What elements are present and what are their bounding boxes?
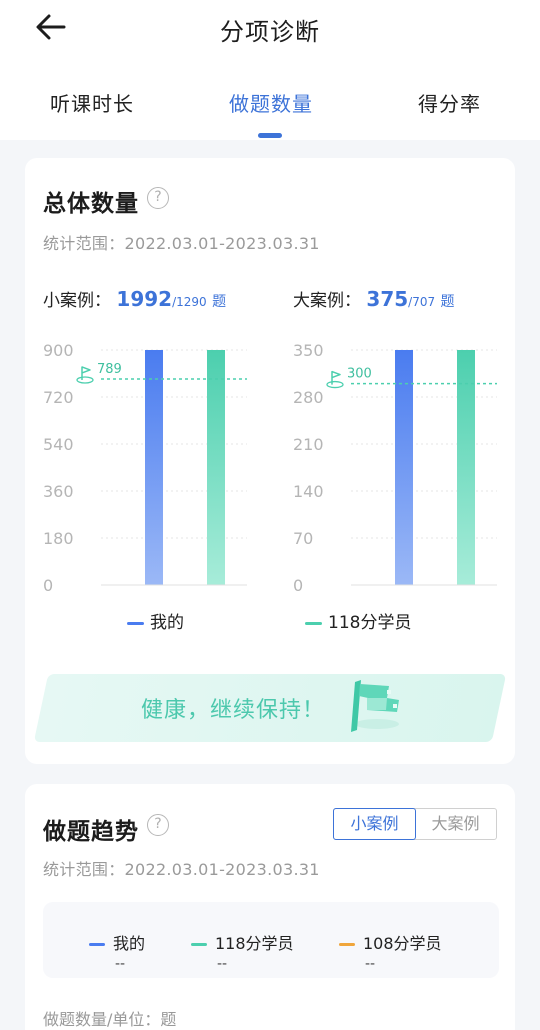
legend-mine-swatch: [127, 621, 144, 625]
reference-flag-icon: [76, 366, 94, 384]
reference-label: 789: [97, 362, 122, 377]
swatch: [339, 943, 355, 946]
large-case-label: 大案例：: [293, 291, 361, 311]
y-tick-label: 900: [43, 343, 74, 360]
legend-value: --: [365, 956, 376, 972]
flag-pole: [331, 370, 341, 385]
trend-legend-108: 108分学员: [339, 930, 442, 954]
y-tick-label: 180: [43, 529, 74, 548]
legend-peer: 118分学员: [305, 608, 411, 633]
reference-label: 300: [347, 367, 372, 382]
trend-legend: 我的 -- 118分学员 -- 108分学员 --: [43, 902, 499, 978]
legend-peer-label: 118分学员: [328, 613, 412, 633]
small-case-label: 小案例：: [43, 291, 111, 311]
bar-peer: [457, 350, 475, 585]
page-header: 分项诊断 听课时长 做题数量 得分率: [0, 0, 540, 140]
trend-range: 统计范围：2022.03.01-2023.03.31: [43, 860, 320, 879]
tab-bar: 听课时长 做题数量 得分率: [0, 88, 540, 122]
legend-label: 118分学员: [215, 934, 294, 953]
y-tick-label: 0: [293, 576, 303, 593]
small-case-value: 1992: [116, 287, 173, 311]
large-case-summary: 大案例： 375/707 题: [293, 286, 455, 311]
legend-mine: 我的: [127, 608, 184, 633]
reference-flag-icon: [326, 370, 344, 389]
y-tick-label: 360: [43, 482, 74, 501]
legend-label: 108分学员: [363, 934, 442, 953]
tab-score-rate[interactable]: 得分率: [418, 88, 481, 117]
overview-title: 总体数量: [43, 191, 139, 217]
trend-unit-label: 做题数量/单位：题: [43, 1010, 177, 1029]
flag-base: [326, 380, 344, 389]
flag-pole: [81, 366, 91, 380]
trend-legend-mine: 我的: [89, 930, 145, 954]
legend-value: --: [217, 956, 228, 972]
legend-label: 我的: [113, 934, 146, 953]
tab-listening-duration[interactable]: 听课时长: [50, 88, 134, 117]
bar-peer: [207, 350, 225, 585]
y-tick-label: 70: [293, 529, 313, 548]
y-tick-label: 280: [293, 388, 324, 407]
banner-text: 健康，继续保持！: [141, 698, 326, 723]
trend-title: 做题趋势: [43, 819, 139, 845]
large-case-total: /707: [408, 295, 436, 309]
bar-chart-svg: 0 180 360 540 720 900 789: [43, 343, 247, 593]
legend-mine-label: 我的: [150, 613, 184, 633]
swatch: [191, 943, 207, 946]
large-case-bar-chart: 0 70 140 210 280 350 300: [291, 343, 517, 593]
overview-card: 总体数量 ? 统计范围：2022.03.01-2023.03.31 小案例： 1…: [25, 158, 515, 764]
bar-chart-svg: 0 70 140 210 280 350 300: [293, 343, 497, 593]
bar-mine: [395, 350, 413, 585]
small-case-summary: 小案例： 1992/1290 题: [43, 286, 226, 311]
help-icon[interactable]: ?: [147, 187, 169, 209]
y-tick-label: 0: [43, 576, 53, 593]
large-case-value: 375: [366, 287, 409, 311]
case-type-toggle: 小案例 大案例: [333, 808, 497, 840]
large-case-unit: 题: [440, 294, 455, 310]
y-tick-label: 140: [293, 482, 324, 501]
active-tab-indicator: [258, 133, 282, 138]
tab-question-count[interactable]: 做题数量: [229, 88, 313, 117]
page-title: 分项诊断: [220, 18, 320, 46]
small-case-unit: 题: [212, 294, 227, 310]
small-case-total: /1290: [172, 295, 207, 309]
help-icon[interactable]: ?: [147, 814, 169, 836]
y-tick-label: 350: [293, 343, 324, 360]
y-tick-label: 210: [293, 435, 324, 454]
trend-card: 做题趋势 ? 小案例 大案例 统计范围：2022.03.01-2023.03.3…: [25, 784, 515, 1030]
legend-value: --: [115, 956, 126, 972]
swatch: [89, 943, 105, 946]
overview-range: 统计范围：2022.03.01-2023.03.31: [43, 234, 320, 253]
seg-small-case[interactable]: 小案例: [333, 808, 416, 840]
seg-large-case[interactable]: 大案例: [415, 809, 496, 839]
trend-legend-118: 118分学员: [191, 930, 294, 954]
y-tick-label: 720: [43, 388, 74, 407]
small-case-bar-chart: 0 180 360 540 720 900 789: [41, 343, 267, 593]
legend-peer-swatch: [305, 621, 322, 625]
y-tick-label: 540: [43, 435, 74, 454]
flag-icon: [351, 680, 399, 732]
bar-mine: [145, 350, 163, 585]
health-banner: 健康，继续保持！: [33, 674, 507, 742]
flag-base: [76, 376, 94, 384]
